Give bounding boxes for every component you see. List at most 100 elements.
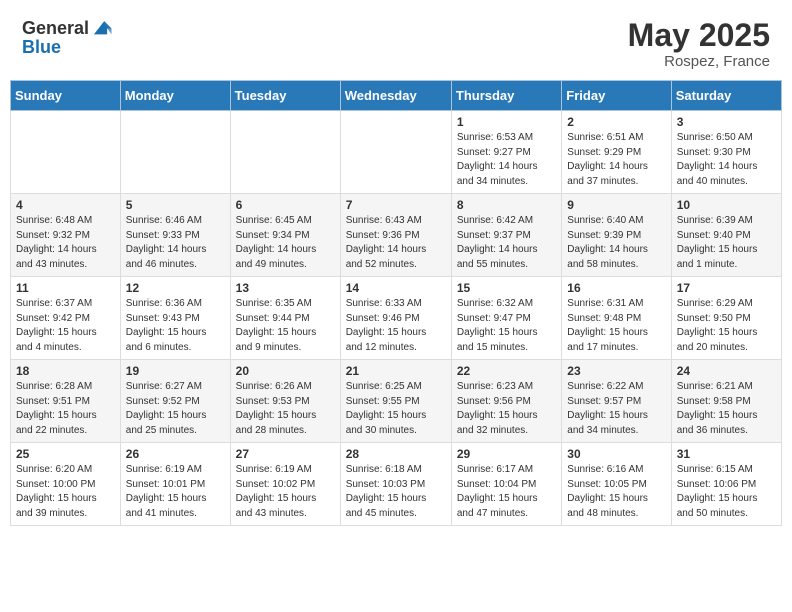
calendar-day-cell: 10 Sunrise: 6:39 AM Sunset: 9:40 PM Dayli… xyxy=(671,194,781,277)
day-number: 7 xyxy=(346,198,446,212)
day-info: Sunrise: 6:25 AM Sunset: 9:55 PM Dayligh… xyxy=(346,380,446,438)
calendar-day-cell: 9 Sunrise: 6:40 AM Sunset: 9:39 PM Daylig… xyxy=(562,194,671,277)
day-number: 5 xyxy=(126,198,225,212)
day-info: Sunrise: 6:45 AM Sunset: 9:34 PM Dayligh… xyxy=(236,214,335,272)
day-info: Sunrise: 6:28 AM Sunset: 9:51 PM Dayligh… xyxy=(16,380,115,438)
calendar-day-cell: 8 Sunrise: 6:42 AM Sunset: 9:37 PM Daylig… xyxy=(451,194,561,277)
calendar-day-cell: 6 Sunrise: 6:45 AM Sunset: 9:34 PM Daylig… xyxy=(230,194,340,277)
calendar-week-row: 25 Sunrise: 6:20 AM Sunset: 10:00 PM Dayl… xyxy=(11,443,782,526)
calendar-day-cell xyxy=(230,111,340,194)
day-info: Sunrise: 6:27 AM Sunset: 9:52 PM Dayligh… xyxy=(126,380,225,438)
calendar-day-cell: 16Sunrise: 6:31 AM Sunset: 9:48 PM Dayli… xyxy=(562,277,671,360)
day-info: Sunrise: 6:19 AM Sunset: 10:02 PM Daylig… xyxy=(236,463,335,521)
day-number: 1 xyxy=(457,115,556,129)
day-info: Sunrise: 6:20 AM Sunset: 10:00 PM Daylig… xyxy=(16,463,115,521)
day-info: Sunrise: 6:22 AM Sunset: 9:57 PM Dayligh… xyxy=(567,380,665,438)
day-info: Sunrise: 6:36 AM Sunset: 9:43 PM Dayligh… xyxy=(126,297,225,355)
day-info: Sunrise: 6:17 AM Sunset: 10:04 PM Daylig… xyxy=(457,463,556,521)
day-header-friday: Friday xyxy=(562,81,671,111)
day-info: Sunrise: 6:37 AM Sunset: 9:42 PM Dayligh… xyxy=(16,297,115,355)
calendar-day-cell: 3Sunrise: 6:50 AM Sunset: 9:30 PM Daylig… xyxy=(671,111,781,194)
month-title: May 2025 xyxy=(628,18,770,53)
day-header-thursday: Thursday xyxy=(451,81,561,111)
calendar-day-cell: 23 Sunrise: 6:22 AM Sunset: 9:57 PM Dayli… xyxy=(562,360,671,443)
calendar-header-row: SundayMondayTuesdayWednesdayThursdayFrid… xyxy=(11,81,782,111)
day-number: 28 xyxy=(346,447,446,461)
calendar-table: SundayMondayTuesdayWednesdayThursdayFrid… xyxy=(10,80,782,526)
calendar-day-cell: 20 Sunrise: 6:26 AM Sunset: 9:53 PM Dayli… xyxy=(230,360,340,443)
day-number: 26 xyxy=(126,447,225,461)
day-number: 17 xyxy=(677,281,776,295)
calendar-day-cell xyxy=(340,111,451,194)
day-info: Sunrise: 6:46 AM Sunset: 9:33 PM Dayligh… xyxy=(126,214,225,272)
calendar-week-row: 11 Sunrise: 6:37 AM Sunset: 9:42 PM Dayli… xyxy=(11,277,782,360)
day-info: Sunrise: 6:32 AM Sunset: 9:47 PM Dayligh… xyxy=(457,297,556,355)
day-number: 10 xyxy=(677,198,776,212)
day-number: 18 xyxy=(16,364,115,378)
calendar-day-cell: 26 Sunrise: 6:19 AM Sunset: 10:01 PM Dayl… xyxy=(120,443,230,526)
calendar-week-row: 1 Sunrise: 6:53 AM Sunset: 9:27 PM Daylig… xyxy=(11,111,782,194)
day-info: Sunrise: 6:51 AM Sunset: 9:29 PM Dayligh… xyxy=(567,131,665,189)
day-number: 31 xyxy=(677,447,776,461)
day-info: Sunrise: 6:26 AM Sunset: 9:53 PM Dayligh… xyxy=(236,380,335,438)
day-number: 14 xyxy=(346,281,446,295)
day-info: Sunrise: 6:16 AM Sunset: 10:05 PM Daylig… xyxy=(567,463,665,521)
calendar-day-cell: 31Sunrise: 6:15 AM Sunset: 10:06 PM Dayl… xyxy=(671,443,781,526)
calendar-day-cell: 30 Sunrise: 6:16 AM Sunset: 10:05 PM Dayl… xyxy=(562,443,671,526)
calendar-day-cell: 1 Sunrise: 6:53 AM Sunset: 9:27 PM Daylig… xyxy=(451,111,561,194)
calendar-day-cell: 13 Sunrise: 6:35 AM Sunset: 9:44 PM Dayli… xyxy=(230,277,340,360)
day-number: 13 xyxy=(236,281,335,295)
calendar-day-cell: 17 Sunrise: 6:29 AM Sunset: 9:50 PM Dayli… xyxy=(671,277,781,360)
day-info: Sunrise: 6:19 AM Sunset: 10:01 PM Daylig… xyxy=(126,463,225,521)
calendar-day-cell: 15 Sunrise: 6:32 AM Sunset: 9:47 PM Dayli… xyxy=(451,277,561,360)
day-info: Sunrise: 6:40 AM Sunset: 9:39 PM Dayligh… xyxy=(567,214,665,272)
day-info: Sunrise: 6:53 AM Sunset: 9:27 PM Dayligh… xyxy=(457,131,556,189)
calendar-day-cell: 24 Sunrise: 6:21 AM Sunset: 9:58 PM Dayli… xyxy=(671,360,781,443)
day-header-tuesday: Tuesday xyxy=(230,81,340,111)
day-info: Sunrise: 6:29 AM Sunset: 9:50 PM Dayligh… xyxy=(677,297,776,355)
calendar-day-cell: 29 Sunrise: 6:17 AM Sunset: 10:04 PM Dayl… xyxy=(451,443,561,526)
calendar-day-cell: 5 Sunrise: 6:46 AM Sunset: 9:33 PM Daylig… xyxy=(120,194,230,277)
day-info: Sunrise: 6:33 AM Sunset: 9:46 PM Dayligh… xyxy=(346,297,446,355)
logo-icon xyxy=(91,16,113,38)
day-number: 3 xyxy=(677,115,776,129)
location-title: Rospez, France xyxy=(628,53,770,70)
logo-blue: Blue xyxy=(22,37,61,57)
day-number: 24 xyxy=(677,364,776,378)
day-header-saturday: Saturday xyxy=(671,81,781,111)
day-number: 6 xyxy=(236,198,335,212)
day-info: Sunrise: 6:43 AM Sunset: 9:36 PM Dayligh… xyxy=(346,214,446,272)
day-header-wednesday: Wednesday xyxy=(340,81,451,111)
day-info: Sunrise: 6:39 AM Sunset: 9:40 PM Dayligh… xyxy=(677,214,776,272)
day-info: Sunrise: 6:31 AM Sunset: 9:48 PM Dayligh… xyxy=(567,297,665,355)
day-number: 12 xyxy=(126,281,225,295)
day-info: Sunrise: 6:21 AM Sunset: 9:58 PM Dayligh… xyxy=(677,380,776,438)
logo-general: General xyxy=(22,19,89,37)
day-number: 4 xyxy=(16,198,115,212)
calendar-day-cell: 11 Sunrise: 6:37 AM Sunset: 9:42 PM Dayli… xyxy=(11,277,121,360)
day-number: 23 xyxy=(567,364,665,378)
calendar-day-cell: 7 Sunrise: 6:43 AM Sunset: 9:36 PM Daylig… xyxy=(340,194,451,277)
day-number: 29 xyxy=(457,447,556,461)
calendar-day-cell: 18 Sunrise: 6:28 AM Sunset: 9:51 PM Dayli… xyxy=(11,360,121,443)
day-info: Sunrise: 6:35 AM Sunset: 9:44 PM Dayligh… xyxy=(236,297,335,355)
calendar-day-cell: 19 Sunrise: 6:27 AM Sunset: 9:52 PM Dayli… xyxy=(120,360,230,443)
calendar-day-cell: 4Sunrise: 6:48 AM Sunset: 9:32 PM Daylig… xyxy=(11,194,121,277)
day-number: 11 xyxy=(16,281,115,295)
day-number: 19 xyxy=(126,364,225,378)
calendar-week-row: 18 Sunrise: 6:28 AM Sunset: 9:51 PM Dayli… xyxy=(11,360,782,443)
day-info: Sunrise: 6:42 AM Sunset: 9:37 PM Dayligh… xyxy=(457,214,556,272)
calendar-day-cell: 25 Sunrise: 6:20 AM Sunset: 10:00 PM Dayl… xyxy=(11,443,121,526)
day-number: 9 xyxy=(567,198,665,212)
day-number: 22 xyxy=(457,364,556,378)
day-header-sunday: Sunday xyxy=(11,81,121,111)
calendar-day-cell: 14 Sunrise: 6:33 AM Sunset: 9:46 PM Dayli… xyxy=(340,277,451,360)
day-number: 15 xyxy=(457,281,556,295)
calendar-day-cell xyxy=(120,111,230,194)
day-number: 20 xyxy=(236,364,335,378)
day-number: 25 xyxy=(16,447,115,461)
day-number: 27 xyxy=(236,447,335,461)
calendar-day-cell: 2Sunrise: 6:51 AM Sunset: 9:29 PM Daylig… xyxy=(562,111,671,194)
day-number: 30 xyxy=(567,447,665,461)
day-number: 8 xyxy=(457,198,556,212)
